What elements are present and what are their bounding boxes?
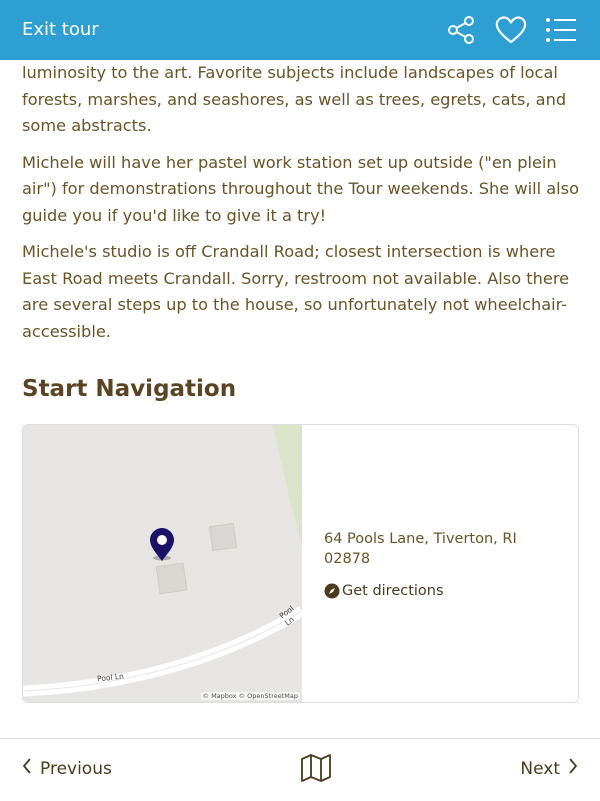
map-attribution[interactable]: © Mapbox © OpenStreetMap [200, 692, 300, 700]
get-directions-label: Get directions [342, 583, 444, 599]
list-menu-icon[interactable] [544, 13, 578, 47]
next-label: Next [520, 759, 560, 779]
heart-icon[interactable] [494, 13, 528, 47]
chevron-right-icon [568, 740, 578, 798]
chevron-left-icon [22, 740, 32, 798]
exit-tour-button[interactable]: Exit tour [22, 0, 99, 60]
map[interactable]: Pool Ln Pool Ln © Mapbox © OpenStreetMap [23, 425, 302, 702]
section-title: Start Navigation [22, 376, 237, 402]
compass-icon [324, 583, 340, 599]
description-paragraph: Michele will have her pastel work statio… [22, 152, 580, 225]
get-directions-link[interactable]: Get directions [324, 583, 444, 599]
share-icon[interactable] [444, 13, 478, 47]
address-text: 64 Pools Lane, Tiverton, RI 02878 [324, 531, 517, 567]
description-paragraph: Michele's studio is off Crandall Road; c… [22, 242, 570, 341]
map-icon[interactable] [300, 753, 332, 783]
bottom-navigation: Previous Next [0, 738, 600, 801]
navigation-card: Pool Ln Pool Ln © Mapbox © OpenStreetMap… [22, 424, 579, 703]
tour-stop-description: luminosity to the art. Favorite subjects… [22, 60, 580, 355]
previous-label: Previous [40, 759, 112, 779]
description-paragraph: luminosity to the art. Favorite subjects… [22, 63, 567, 135]
previous-button[interactable]: Previous [22, 739, 112, 799]
next-button[interactable]: Next [520, 739, 578, 799]
top-bar: Exit tour [0, 0, 600, 60]
